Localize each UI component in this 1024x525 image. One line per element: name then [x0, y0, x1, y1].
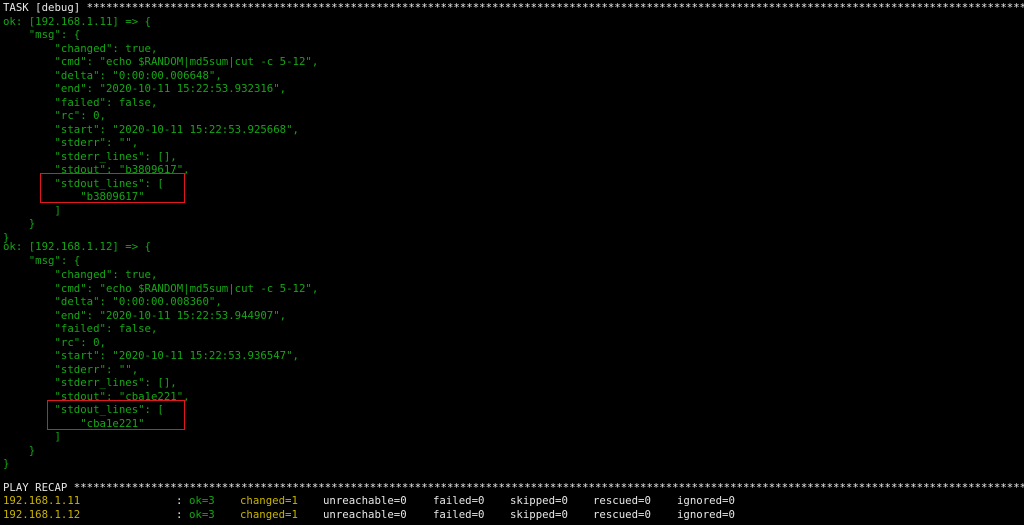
recap-ok: ok=3 [189, 494, 215, 507]
play-recap-header: PLAY RECAP *****************************… [3, 481, 1024, 494]
field-stderr-lines: "stderr_lines": [], [3, 149, 177, 163]
recap-changed: changed=1 [240, 494, 298, 507]
recap-row: 192.168.1.11 : ok=3 changed=1 unreachabl… [0, 494, 1024, 508]
field-start: "start": "2020-10-11 15:22:53.936547", [3, 349, 299, 362]
field-stderr-lines: "stderr_lines": [], [3, 376, 177, 389]
host-close: } [3, 457, 10, 470]
recap-skipped: skipped=0 [510, 507, 568, 521]
recap-rescued: rescued=0 [593, 507, 651, 521]
field-end: "end": "2020-10-11 15:22:53.944907", [3, 308, 287, 322]
field-changed: "changed": true, [3, 41, 158, 55]
recap-host: 192.168.1.11 [3, 494, 81, 507]
field-changed: "changed": true, [3, 268, 158, 281]
msg-close: } [3, 443, 36, 457]
field-failed: "failed": false, [3, 95, 158, 109]
field-delta: "delta": "0:00:00.008360", [3, 295, 222, 308]
recap-changed: changed=1 [240, 507, 298, 521]
field-delta: "delta": "0:00:00.006648", [3, 68, 222, 82]
field-end: "end": "2020-10-11 15:22:53.932316", [3, 82, 287, 95]
ok-line: ok: [192.168.1.12] => { [3, 240, 151, 253]
msg-open: "msg": { [3, 28, 81, 41]
msg-open: "msg": { [3, 253, 81, 267]
recap-skipped: skipped=0 [510, 494, 568, 507]
recap-row: 192.168.1.12 : ok=3 changed=1 unreachabl… [0, 508, 1024, 522]
recap-host: 192.168.1.12 [3, 507, 81, 521]
recap-ignored: ignored=0 [677, 494, 735, 507]
field-start: "start": "2020-10-11 15:22:53.925668", [3, 122, 299, 136]
ok-line: ok: [192.168.1.11] => { [3, 14, 151, 28]
msg-close: } [3, 217, 36, 230]
field-rc: "rc": 0, [3, 109, 106, 122]
stdout-lines-close: ] [3, 430, 61, 443]
recap-failed: failed=0 [433, 494, 485, 507]
stdout-lines-highlight-box-2 [47, 400, 185, 430]
recap-unreachable: unreachable=0 [323, 507, 407, 521]
task-header: TASK [debug] ***************************… [3, 1, 1024, 14]
field-stderr: "stderr": "", [3, 136, 139, 149]
field-cmd: "cmd": "echo $RANDOM|md5sum|cut -c 5-12"… [3, 281, 319, 295]
recap-separator: : [176, 507, 183, 521]
field-rc: "rc": 0, [3, 335, 106, 349]
stdout-lines-close: ] [3, 203, 61, 217]
terminal-window[interactable]: TASK [debug] ***************************… [0, 0, 1024, 525]
stdout-lines-highlight-box-1 [40, 173, 185, 203]
field-failed: "failed": false, [3, 322, 158, 335]
field-cmd: "cmd": "echo $RANDOM|md5sum|cut -c 5-12"… [3, 55, 319, 68]
recap-unreachable: unreachable=0 [323, 494, 407, 507]
recap-failed: failed=0 [433, 507, 485, 521]
field-stderr: "stderr": "", [3, 362, 139, 376]
recap-rescued: rescued=0 [593, 494, 651, 507]
recap-ok: ok=3 [189, 507, 215, 521]
recap-ignored: ignored=0 [677, 507, 735, 521]
recap-separator: : [176, 494, 183, 507]
